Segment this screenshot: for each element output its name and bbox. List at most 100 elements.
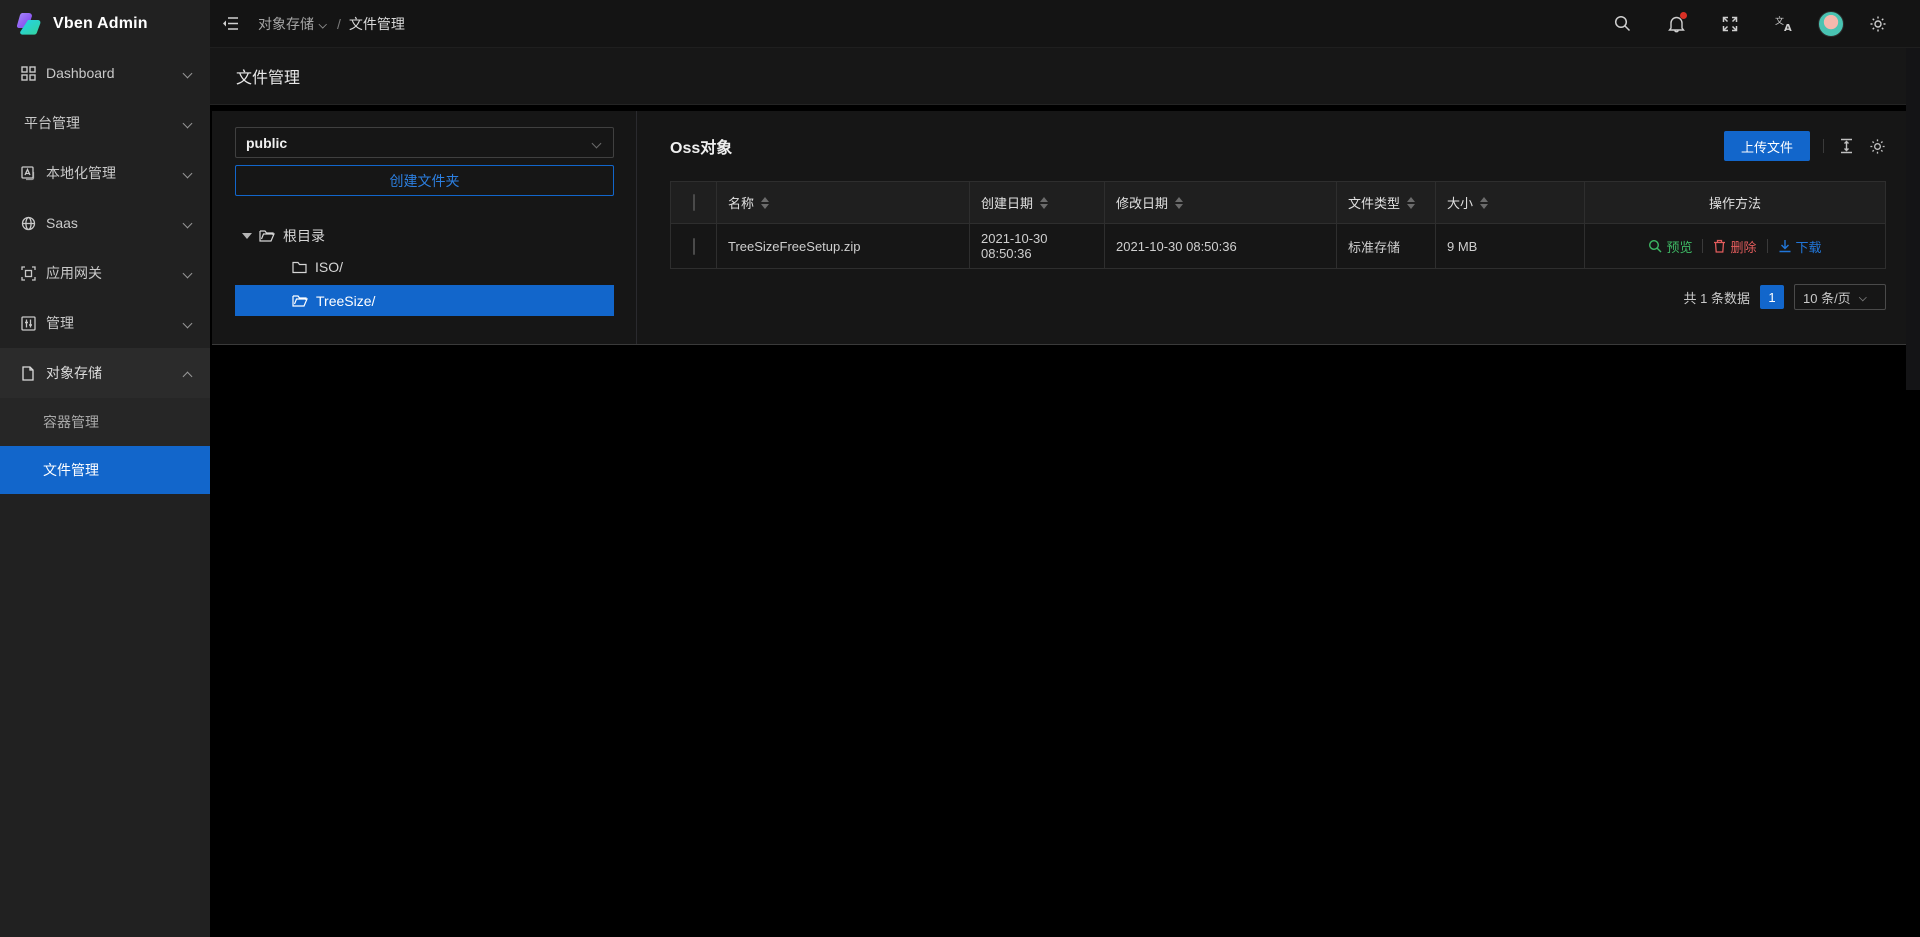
top-header: 对象存储 / 文件管理 文 A <box>210 0 1920 48</box>
sidebar-item-label: 本地化管理 <box>46 163 184 183</box>
chevron-up-icon <box>184 368 194 378</box>
chevron-down-icon <box>184 168 194 178</box>
logo-row[interactable]: Vben Admin <box>0 0 210 48</box>
tree-node-iso[interactable]: ISO/ <box>235 254 614 280</box>
pagination-page-1[interactable]: 1 <box>1760 285 1784 309</box>
row-checkbox[interactable] <box>693 238 695 255</box>
breadcrumb-separator: / <box>337 16 341 32</box>
user-avatar[interactable] <box>1818 11 1844 37</box>
download-action[interactable]: 下载 <box>1778 237 1822 256</box>
column-header-size[interactable]: 大小 <box>1447 193 1573 212</box>
cell-file-name: TreeSizeFreeSetup.zip <box>717 224 970 269</box>
sidebar: Vben Admin Dashboard 平台管理 本地化管理 <box>0 0 210 937</box>
bucket-select[interactable]: public <box>235 127 614 158</box>
folder-open-icon <box>259 229 275 243</box>
sort-icon[interactable] <box>1175 197 1183 209</box>
cell-created-date: 2021-10-30 08:50:36 <box>970 224 1105 269</box>
oss-table: 名称 创建日期 修改日期 文件类型 大小 操作方法 <box>670 181 1886 269</box>
table-row[interactable]: TreeSizeFreeSetup.zip 2021-10-30 08:50:3… <box>671 224 1886 269</box>
tree-node-treesize[interactable]: TreeSize/ <box>235 285 614 316</box>
saas-icon <box>20 215 36 231</box>
gateway-icon <box>20 265 36 281</box>
sidebar-item-saas[interactable]: Saas <box>0 198 210 248</box>
column-header-modified[interactable]: 修改日期 <box>1116 193 1325 212</box>
gear-icon[interactable] <box>1858 0 1898 48</box>
content-card: public 创建文件夹 根目录 ISO/ <box>212 111 1906 345</box>
tree-expand-caret-icon[interactable] <box>235 233 259 239</box>
cell-modified-date: 2021-10-30 08:50:36 <box>1105 224 1337 269</box>
oss-toolbar: Oss对象 上传文件 <box>670 111 1886 181</box>
sidebar-item-label: 管理 <box>46 313 184 333</box>
chevron-down-icon <box>184 318 194 328</box>
search-icon[interactable] <box>1602 0 1642 48</box>
folder-open-icon <box>292 294 308 308</box>
chevron-down-icon <box>184 68 194 78</box>
folder-tree-panel: public 创建文件夹 根目录 ISO/ <box>212 111 637 344</box>
oss-title: Oss对象 <box>670 134 732 158</box>
chevron-down-icon <box>184 268 194 278</box>
breadcrumb: 对象存储 / 文件管理 <box>258 14 405 34</box>
table-settings-gear-icon[interactable] <box>1868 137 1886 155</box>
bucket-select-value: public <box>246 135 287 151</box>
notification-badge <box>1680 12 1687 19</box>
tree-node-label: TreeSize/ <box>316 293 375 309</box>
translate-icon[interactable]: 文 A <box>1764 0 1804 48</box>
preview-action[interactable]: 预览 <box>1648 237 1692 256</box>
chevron-down-icon <box>184 118 194 128</box>
vben-logo-icon <box>14 9 44 39</box>
chevron-down-icon <box>593 138 603 148</box>
page-size-value: 10 条/页 <box>1803 288 1851 307</box>
localization-icon <box>20 165 36 181</box>
upload-file-button[interactable]: 上传文件 <box>1724 131 1810 161</box>
pagination-total: 共 1 条数据 <box>1684 288 1750 307</box>
page-size-select[interactable]: 10 条/页 <box>1794 284 1886 310</box>
app-title: Vben Admin <box>53 15 148 33</box>
cell-file-type: 标准存储 <box>1337 224 1436 269</box>
download-label: 下载 <box>1796 237 1822 256</box>
sort-icon[interactable] <box>1040 197 1048 209</box>
column-height-icon[interactable] <box>1837 137 1855 155</box>
sidebar-subitem-container-manage[interactable]: 容器管理 <box>0 398 210 446</box>
sidebar-item-label: 平台管理 <box>24 113 184 133</box>
sidebar-item-label: Dashboard <box>46 65 184 81</box>
create-folder-button[interactable]: 创建文件夹 <box>235 165 614 196</box>
sidebar-fold-button[interactable] <box>210 0 250 48</box>
column-header-filetype[interactable]: 文件类型 <box>1348 193 1424 212</box>
sidebar-item-gateway[interactable]: 应用网关 <box>0 248 210 298</box>
manage-icon <box>20 315 36 331</box>
oss-panel: Oss对象 上传文件 <box>637 111 1906 344</box>
folder-icon <box>292 261 307 274</box>
sidebar-item-localization[interactable]: 本地化管理 <box>0 148 210 198</box>
breadcrumb-parent[interactable]: 对象存储 <box>258 14 329 34</box>
column-header-created[interactable]: 创建日期 <box>981 193 1093 212</box>
folder-tree: 根目录 ISO/ TreeSize/ <box>235 223 614 316</box>
tree-node-label: ISO/ <box>315 259 343 275</box>
sidebar-subitem-file-manage[interactable]: 文件管理 <box>0 446 210 494</box>
sidebar-item-object-storage[interactable]: 对象存储 <box>0 348 210 398</box>
sidebar-item-manage[interactable]: 管理 <box>0 298 210 348</box>
fullscreen-icon[interactable] <box>1710 0 1750 48</box>
chevron-down-icon <box>1860 293 1868 301</box>
toolbar-actions: 上传文件 <box>1724 131 1886 161</box>
sidebar-item-dashboard[interactable]: Dashboard <box>0 48 210 98</box>
select-all-checkbox[interactable] <box>693 194 695 211</box>
toolbar-divider <box>1823 139 1824 153</box>
column-header-name[interactable]: 名称 <box>728 193 958 212</box>
sort-icon[interactable] <box>1480 197 1488 209</box>
pagination: 共 1 条数据 1 10 条/页 <box>670 284 1886 310</box>
tree-node-root[interactable]: 根目录 <box>235 223 614 249</box>
sort-icon[interactable] <box>1407 197 1415 209</box>
sidebar-item-platform[interactable]: 平台管理 <box>0 98 210 148</box>
row-actions: 预览 删除 <box>1596 237 1874 256</box>
chevron-down-icon <box>184 218 194 228</box>
chevron-down-icon <box>320 19 329 28</box>
sidebar-item-label: Saas <box>46 215 184 231</box>
scrollbar-track[interactable] <box>1906 48 1920 390</box>
notification-bell-icon[interactable] <box>1656 0 1696 48</box>
sort-icon[interactable] <box>761 197 769 209</box>
delete-label: 删除 <box>1730 237 1756 256</box>
delete-action[interactable]: 删除 <box>1713 237 1756 256</box>
header-actions: 文 A <box>1602 0 1920 48</box>
page-title: 文件管理 <box>236 64 300 88</box>
breadcrumb-current: 文件管理 <box>349 14 405 34</box>
